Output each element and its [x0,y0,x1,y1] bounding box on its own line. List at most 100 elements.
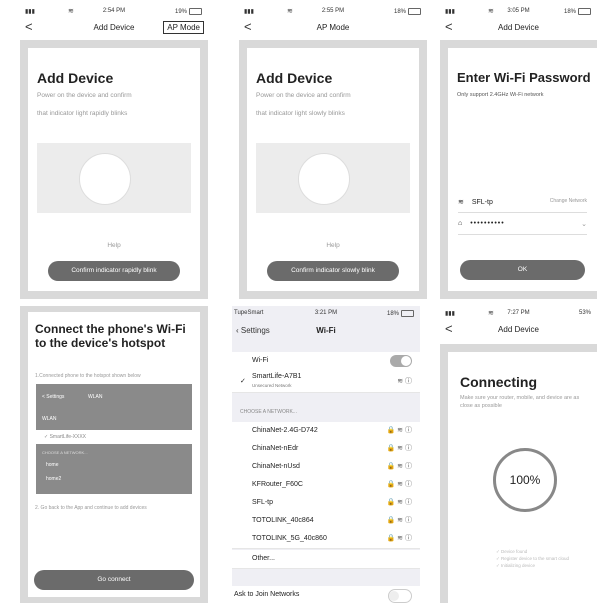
mini-back: < Settings [42,394,65,400]
network-row[interactable]: ChinaNet-nEdr 🔒 ≋ ⓘ [232,440,420,459]
step-1: 1.Connected phone to the hotspot shown b… [35,373,141,379]
screen-wifi-password: ▮▮▮ ≋ 3:05 PM 18% < Add Device Enter Wi-… [440,4,597,299]
nav-bar: < Add Device [440,19,597,37]
connected-network-sub: Unsecured Network [252,383,292,388]
nav-title: Add Device [498,325,539,334]
mini-title: WLAN [88,394,103,400]
hotspot-screenshot: < Settings WLAN WLAN ✓ SmartLife-XXXX CH… [32,384,196,494]
hotspot-card: Connect the phone's Wi-Fi to the device'… [28,312,200,597]
confirm-rapid-blink-button[interactable]: Confirm indicator rapidly blink [48,261,180,281]
password-field[interactable]: ⌂ •••••••••• ⌄ [458,220,587,235]
device-icon [79,153,131,205]
progress-ring: 100% [493,448,557,512]
battery-icon: 18% [387,310,414,317]
battery-icon: 18% [394,8,421,15]
ask-to-join-toggle[interactable] [388,589,412,603]
network-info-icon[interactable]: 🔒 ≋ ⓘ [387,479,412,489]
network-row[interactable]: ChinaNet-nUsd 🔒 ≋ ⓘ [232,458,420,477]
progress-steps: ✓ Device found ✓ Register device to the … [496,548,569,569]
network-name: SFL-tp [252,499,274,506]
page-title: Connecting [460,374,537,390]
network-info-icon[interactable]: 🔒 ≋ ⓘ [387,515,412,525]
section-header: CHOOSE A NETWORK... [240,409,297,415]
network-name: TOTOLINK_40c864 [252,517,314,524]
network-name: TOTOLINK_5G_40c860 [252,535,327,542]
nav-bar: < AP Mode [239,19,427,37]
network-row[interactable]: TOTOLINK_5G_40c860 🔒 ≋ ⓘ [232,530,420,549]
ok-button[interactable]: OK [460,260,585,280]
device-illustration [37,143,191,213]
status-bar: ▮▮▮ ≋ 7:27 PM 53% [440,306,597,320]
network-info-icon[interactable]: 🔒 ≋ ⓘ [387,497,412,507]
network-info-icon[interactable]: 🔒 ≋ ⓘ [387,443,412,453]
wifi-label: Wi-Fi [252,357,269,364]
network-selector[interactable]: ≋ SFL-tp Change Network [458,198,587,213]
checkmark-icon: ✓ [240,378,246,385]
device-illustration [256,143,410,213]
mini-home: home [46,462,59,468]
mini-home2: home2 [46,476,62,482]
info-icon[interactable]: ≋ ⓘ [397,376,412,386]
connected-network-row[interactable]: ✓ SmartLife-A7B1 Unsecured Network ≋ ⓘ [232,370,420,393]
ask-to-join-row: Ask to Join Networks [232,586,420,603]
other-label: Other... [252,555,275,562]
other-network-row[interactable]: Other... [232,550,420,569]
network-info-icon[interactable]: 🔒 ≋ ⓘ [387,533,412,543]
screen-ap-mode: ▮▮▮ ≋ 2:55 PM 18% < AP Mode Add Device P… [239,4,427,299]
nav-title: Add Device [498,23,539,32]
network-name: ChinaNet-nEdr [252,445,299,452]
ap-mode-button[interactable]: AP Mode [163,21,204,34]
nav-bar: < Add Device [440,321,597,339]
status-bar: TupeSmart 3:21 PM 18% [232,306,420,320]
wifi-toggle[interactable] [390,355,412,367]
progress-percent: 100% [509,473,541,487]
page-title: Add Device [37,70,114,86]
network-name: SFL-tp [471,199,493,206]
status-bar: ▮▮▮ ≋ 2:55 PM 18% [239,4,427,18]
go-connect-button[interactable]: Go connect [34,570,194,590]
lock-icon: ⌂ [458,220,463,227]
proximity-note: Make sure your router, mobile, and devic… [460,395,580,409]
confirm-slow-blink-button[interactable]: Confirm indicator slowly blink [267,261,399,281]
network-row[interactable]: KFRouter_F60C 🔒 ≋ ⓘ [232,476,420,495]
content-area: Connecting Make sure your router, mobile… [440,344,597,603]
page-title: Add Device [256,70,333,86]
device-icon [298,153,350,205]
network-row[interactable]: TOTOLINK_40c864 🔒 ≋ ⓘ [232,512,420,531]
nav-title: Wi-Fi [316,326,336,335]
mini-ssid-row: ✓ SmartLife-XXXX [32,430,196,444]
battery-icon: 19% [175,8,202,15]
change-network-link[interactable]: Change Network [550,198,587,204]
help-link[interactable]: Help [28,242,200,249]
network-row[interactable]: ChinaNet-2.4G-D742 🔒 ≋ ⓘ [232,422,420,441]
status-bar: ▮▮▮ ≋ 2:54 PM 19% [20,4,208,18]
nav-title: AP Mode [316,23,350,32]
ask-to-join-label: Ask to Join Networks [234,591,300,598]
instruction-line-2: that indicator light rapidly blinks [37,110,128,117]
battery-icon: 53% [578,310,591,316]
content-area: Add Device Power on the device and confi… [239,40,427,299]
screen-connect-hotspot: Connect the phone's Wi-Fi to the device'… [20,306,208,603]
status-time: 7:27 PM [507,310,530,316]
step-2: 2. Go back to the App and continue to ad… [35,505,147,511]
connected-network-name: SmartLife-A7B1 [252,373,302,380]
wifi-toggle-row: Wi-Fi [232,352,420,371]
show-password-icon[interactable]: ⌄ [581,220,587,228]
instruction-line-2: that indicator light slowly blinks [256,110,345,117]
page-title: Enter Wi-Fi Password [457,70,591,85]
step-register-cloud: ✓ Register device to the smart cloud [496,556,570,561]
network-name: KFRouter_F60C [252,481,303,488]
network-row[interactable]: SFL-tp 🔒 ≋ ⓘ [232,494,420,513]
wifi-icon: ≋ [458,199,464,206]
instruction-card: Add Device Power on the device and confi… [247,48,419,291]
network-info-icon[interactable]: 🔒 ≋ ⓘ [387,425,412,435]
network-name: ChinaNet-nUsd [252,463,300,470]
mini-section: CHOOSE A NETWORK... [42,450,88,455]
help-link[interactable]: Help [247,242,419,249]
password-card: Enter Wi-Fi Password Only support 2.4GHz… [448,48,597,291]
page-title: Connect the phone's Wi-Fi to the device'… [35,322,186,350]
frequency-note: Only support 2.4GHz Wi-Fi network [457,92,544,98]
screen-connecting: ▮▮▮ ≋ 7:27 PM 53% < Add Device Connectin… [440,306,597,603]
nav-bar: ‹ Settings Wi-Fi [232,320,420,340]
network-info-icon[interactable]: 🔒 ≋ ⓘ [387,461,412,471]
